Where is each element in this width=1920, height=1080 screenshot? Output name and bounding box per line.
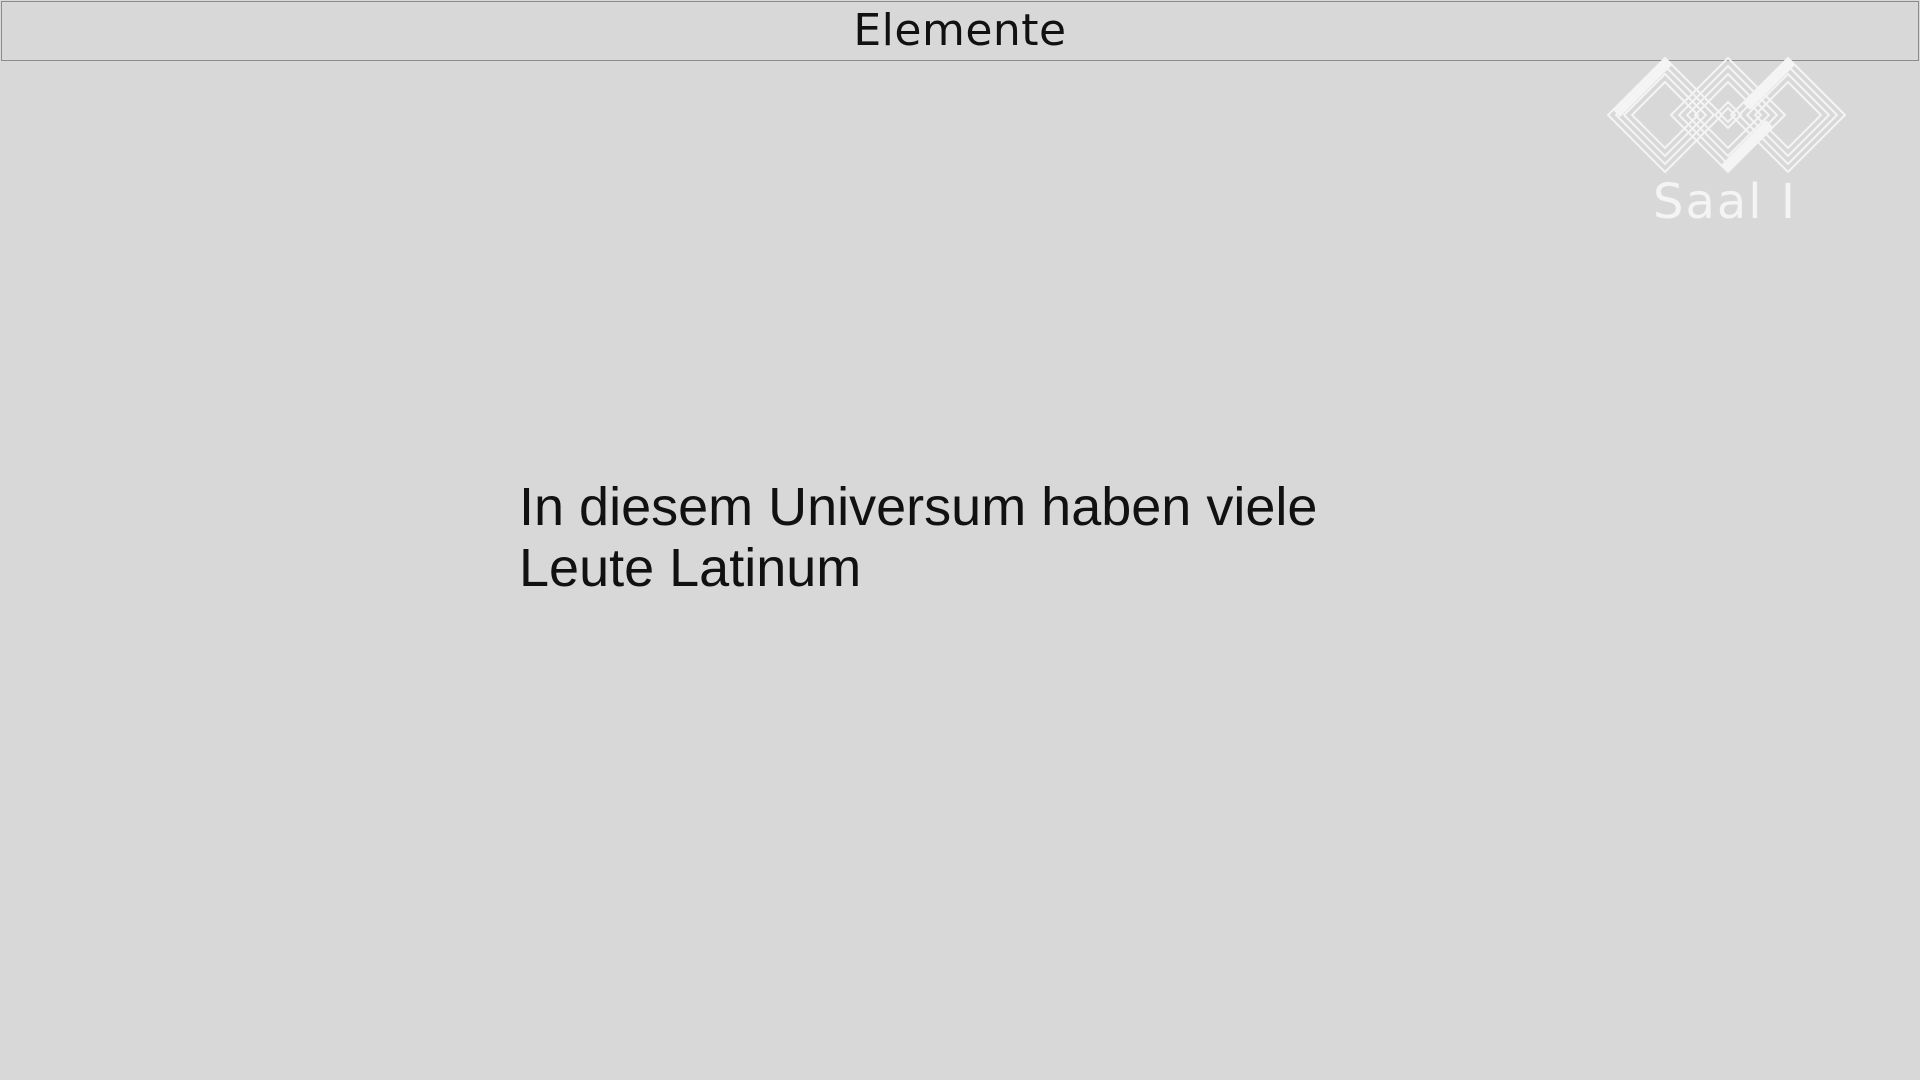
diamond-knot-logo-icon xyxy=(1590,50,1860,180)
room-logo: Saal I xyxy=(1590,50,1860,240)
room-name: Saal I xyxy=(1652,174,1798,230)
slide-text: In diesem Universum haben viele Leute La… xyxy=(519,477,1519,599)
slide-text-line-2: Leute Latinum xyxy=(519,538,862,598)
slide-text-line-1: In diesem Universum haben viele xyxy=(519,477,1318,537)
page-title: Elemente xyxy=(853,5,1067,56)
presentation-screen: Elemente Saal I In diesem Universum habe… xyxy=(0,0,1920,1080)
